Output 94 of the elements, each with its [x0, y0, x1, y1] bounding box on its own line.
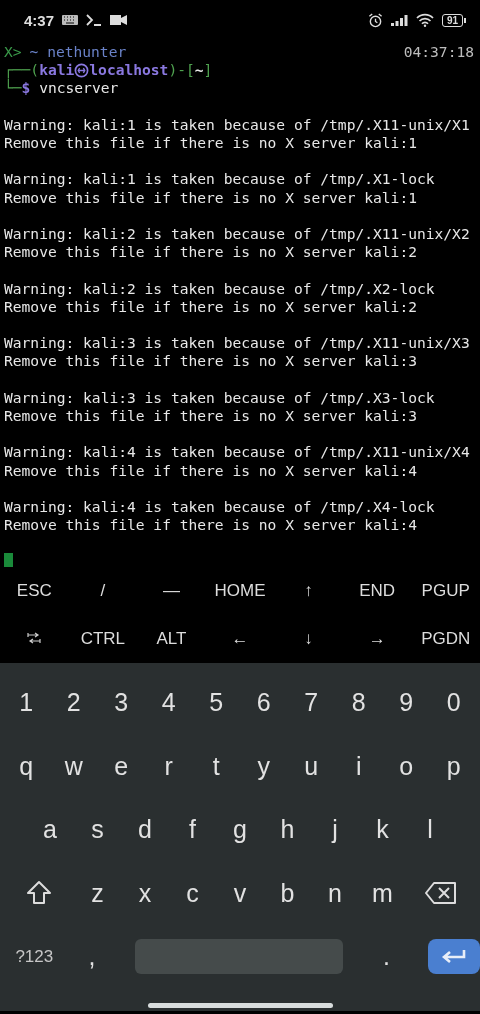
keyboard-key[interactable]: a — [26, 809, 74, 851]
video-camera-icon — [110, 14, 128, 26]
prompt-mark: X> — [4, 43, 22, 62]
output-line: Remove this file if there is no X server kali:3 — [4, 406, 417, 424]
output-line: Remove this file if there is no X server kali:3 — [4, 352, 417, 370]
prompt-symbol: $ — [21, 79, 31, 98]
keyboard-icon — [62, 15, 79, 25]
output-line: Remove this file if there is no X server kali:4 — [4, 516, 417, 534]
enter-icon — [440, 948, 467, 965]
battery-level: 91 — [441, 13, 463, 27]
extra-key[interactable]: PGUP — [419, 577, 472, 605]
keyboard-key[interactable]: k — [358, 809, 407, 851]
keyboard-key[interactable]: f — [168, 809, 217, 851]
extra-key[interactable]: ESC — [14, 577, 54, 605]
keyboard-key[interactable]: 2 — [50, 682, 98, 724]
extra-key[interactable]: CTRL — [78, 625, 128, 653]
extra-key[interactable]: HOME — [212, 577, 268, 605]
output-line: Remove this file if there is no X server kali:1 — [4, 134, 417, 151]
output-line: Warning: kali:3 is taken because of /tmp/.X11-unix/X3 — [4, 334, 470, 352]
extra-key[interactable]: / — [98, 577, 108, 605]
terminal-cursor — [4, 552, 13, 567]
output-line: Warning: kali:1 is taken because of /tmp/.X11-unix/X1 — [4, 115, 470, 133]
prompt-frame: └─ — [4, 79, 22, 98]
shift-icon — [25, 880, 52, 907]
extra-key[interactable]: → — [366, 625, 388, 653]
extra-key[interactable]: PGDN — [419, 625, 473, 653]
signal-icon — [390, 13, 408, 27]
keyboard-key[interactable]: x — [121, 872, 169, 914]
enter-key[interactable] — [427, 939, 480, 975]
session-title: ~ nethunter — [29, 43, 127, 62]
command-text: vncserver — [38, 79, 119, 98]
keyboard-key[interactable]: 9 — [382, 682, 430, 724]
keyboard-key[interactable]: u — [287, 745, 335, 787]
tab-icon — [27, 632, 42, 644]
keyboard-key[interactable]: 8 — [335, 682, 383, 724]
prompt-frame: ] — [203, 61, 213, 80]
keyboard-key[interactable]: r — [145, 745, 193, 787]
keyboard-key[interactable]: 5 — [192, 682, 240, 724]
symbols-key[interactable]: ?123 — [0, 938, 69, 975]
prompt-frame: ┌──( — [4, 61, 40, 80]
keyboard-key[interactable]: c — [168, 872, 217, 914]
keyboard-key[interactable]: z — [73, 872, 122, 914]
keyboard-key[interactable]: 0 — [430, 682, 478, 724]
keyboard-key[interactable]: 6 — [240, 682, 288, 724]
output-line: Warning: kali:2 is taken because of /tmp/.X2-lock — [4, 279, 435, 297]
keyboard-key[interactable]: m — [358, 872, 407, 914]
keyboard-key[interactable]: p — [430, 745, 478, 787]
keyboard-key[interactable]: o — [382, 745, 430, 787]
prompt-frame: )-[ — [168, 61, 195, 80]
status-time: 4:37 — [24, 11, 55, 29]
keyboard-key[interactable]: n — [311, 872, 359, 914]
keyboard-key[interactable]: l — [406, 809, 454, 851]
keyboard-key[interactable]: 1 — [2, 682, 50, 724]
output-line: Remove this file if there is no X server kali:2 — [4, 243, 417, 261]
keyboard-key[interactable]: 7 — [287, 682, 335, 724]
keyboard-key[interactable]: t — [192, 745, 240, 787]
keyboard-key[interactable]: g — [216, 809, 264, 851]
extra-key[interactable]: ALT — [154, 625, 189, 653]
extra-key[interactable]: ↑ — [302, 577, 315, 605]
keyboard-key[interactable]: y — [240, 745, 288, 787]
keyboard-key[interactable]: j — [311, 809, 359, 851]
keyboard-key[interactable]: 4 — [145, 682, 193, 724]
output-line: Warning: kali:3 is taken because of /tmp/.X3-lock — [4, 388, 435, 406]
prompt-clock: 04:37:18 — [403, 43, 474, 62]
output-line: Warning: kali:4 is taken because of /tmp/.X11-unix/X4 — [4, 443, 470, 461]
keyboard-key[interactable]: 3 — [97, 682, 145, 724]
output-line: Remove this file if there is no X server kali:4 — [4, 461, 417, 479]
keyboard-key[interactable]: h — [263, 809, 312, 851]
extra-key[interactable]: ← — [229, 625, 251, 653]
terminal-icon — [86, 14, 103, 26]
extra-key[interactable]: END — [357, 577, 398, 605]
output-line: Remove this file if there is no X server kali:1 — [4, 188, 417, 206]
keyboard-key[interactable]: s — [73, 809, 122, 851]
extra-key[interactable]: ↓ — [302, 625, 315, 653]
output-line: Remove this file if there is no X server kali:2 — [4, 297, 417, 315]
keyboard-key[interactable]: b — [263, 872, 312, 914]
keyboard-key[interactable]: e — [97, 745, 145, 787]
extra-key[interactable]: — — [160, 577, 182, 605]
prompt-user: kali — [39, 61, 75, 80]
keyboard-key[interactable]: v — [216, 872, 264, 914]
wifi-icon — [415, 13, 434, 27]
alarm-clock-icon — [367, 12, 383, 28]
prompt-path: ~ — [194, 61, 204, 80]
keyboard-key[interactable]: w — [50, 745, 98, 787]
backspace-icon — [425, 882, 458, 905]
output-line: Warning: kali:4 is taken because of /tmp/.X4-lock — [4, 497, 435, 515]
keyboard-key[interactable]: i — [335, 745, 383, 787]
keyboard-key[interactable]: d — [121, 809, 169, 851]
keyboard-key[interactable]: . — [363, 936, 410, 978]
output-line: Warning: kali:2 is taken because of /tmp/.X11-unix/X2 — [4, 225, 470, 242]
output-line: Warning: kali:1 is taken because of /tmp/.X1-lock — [4, 170, 435, 188]
keyboard-key[interactable]: q — [2, 745, 50, 787]
keyboard-key[interactable]: , — [68, 936, 116, 978]
prompt-user: localhost — [89, 61, 169, 80]
